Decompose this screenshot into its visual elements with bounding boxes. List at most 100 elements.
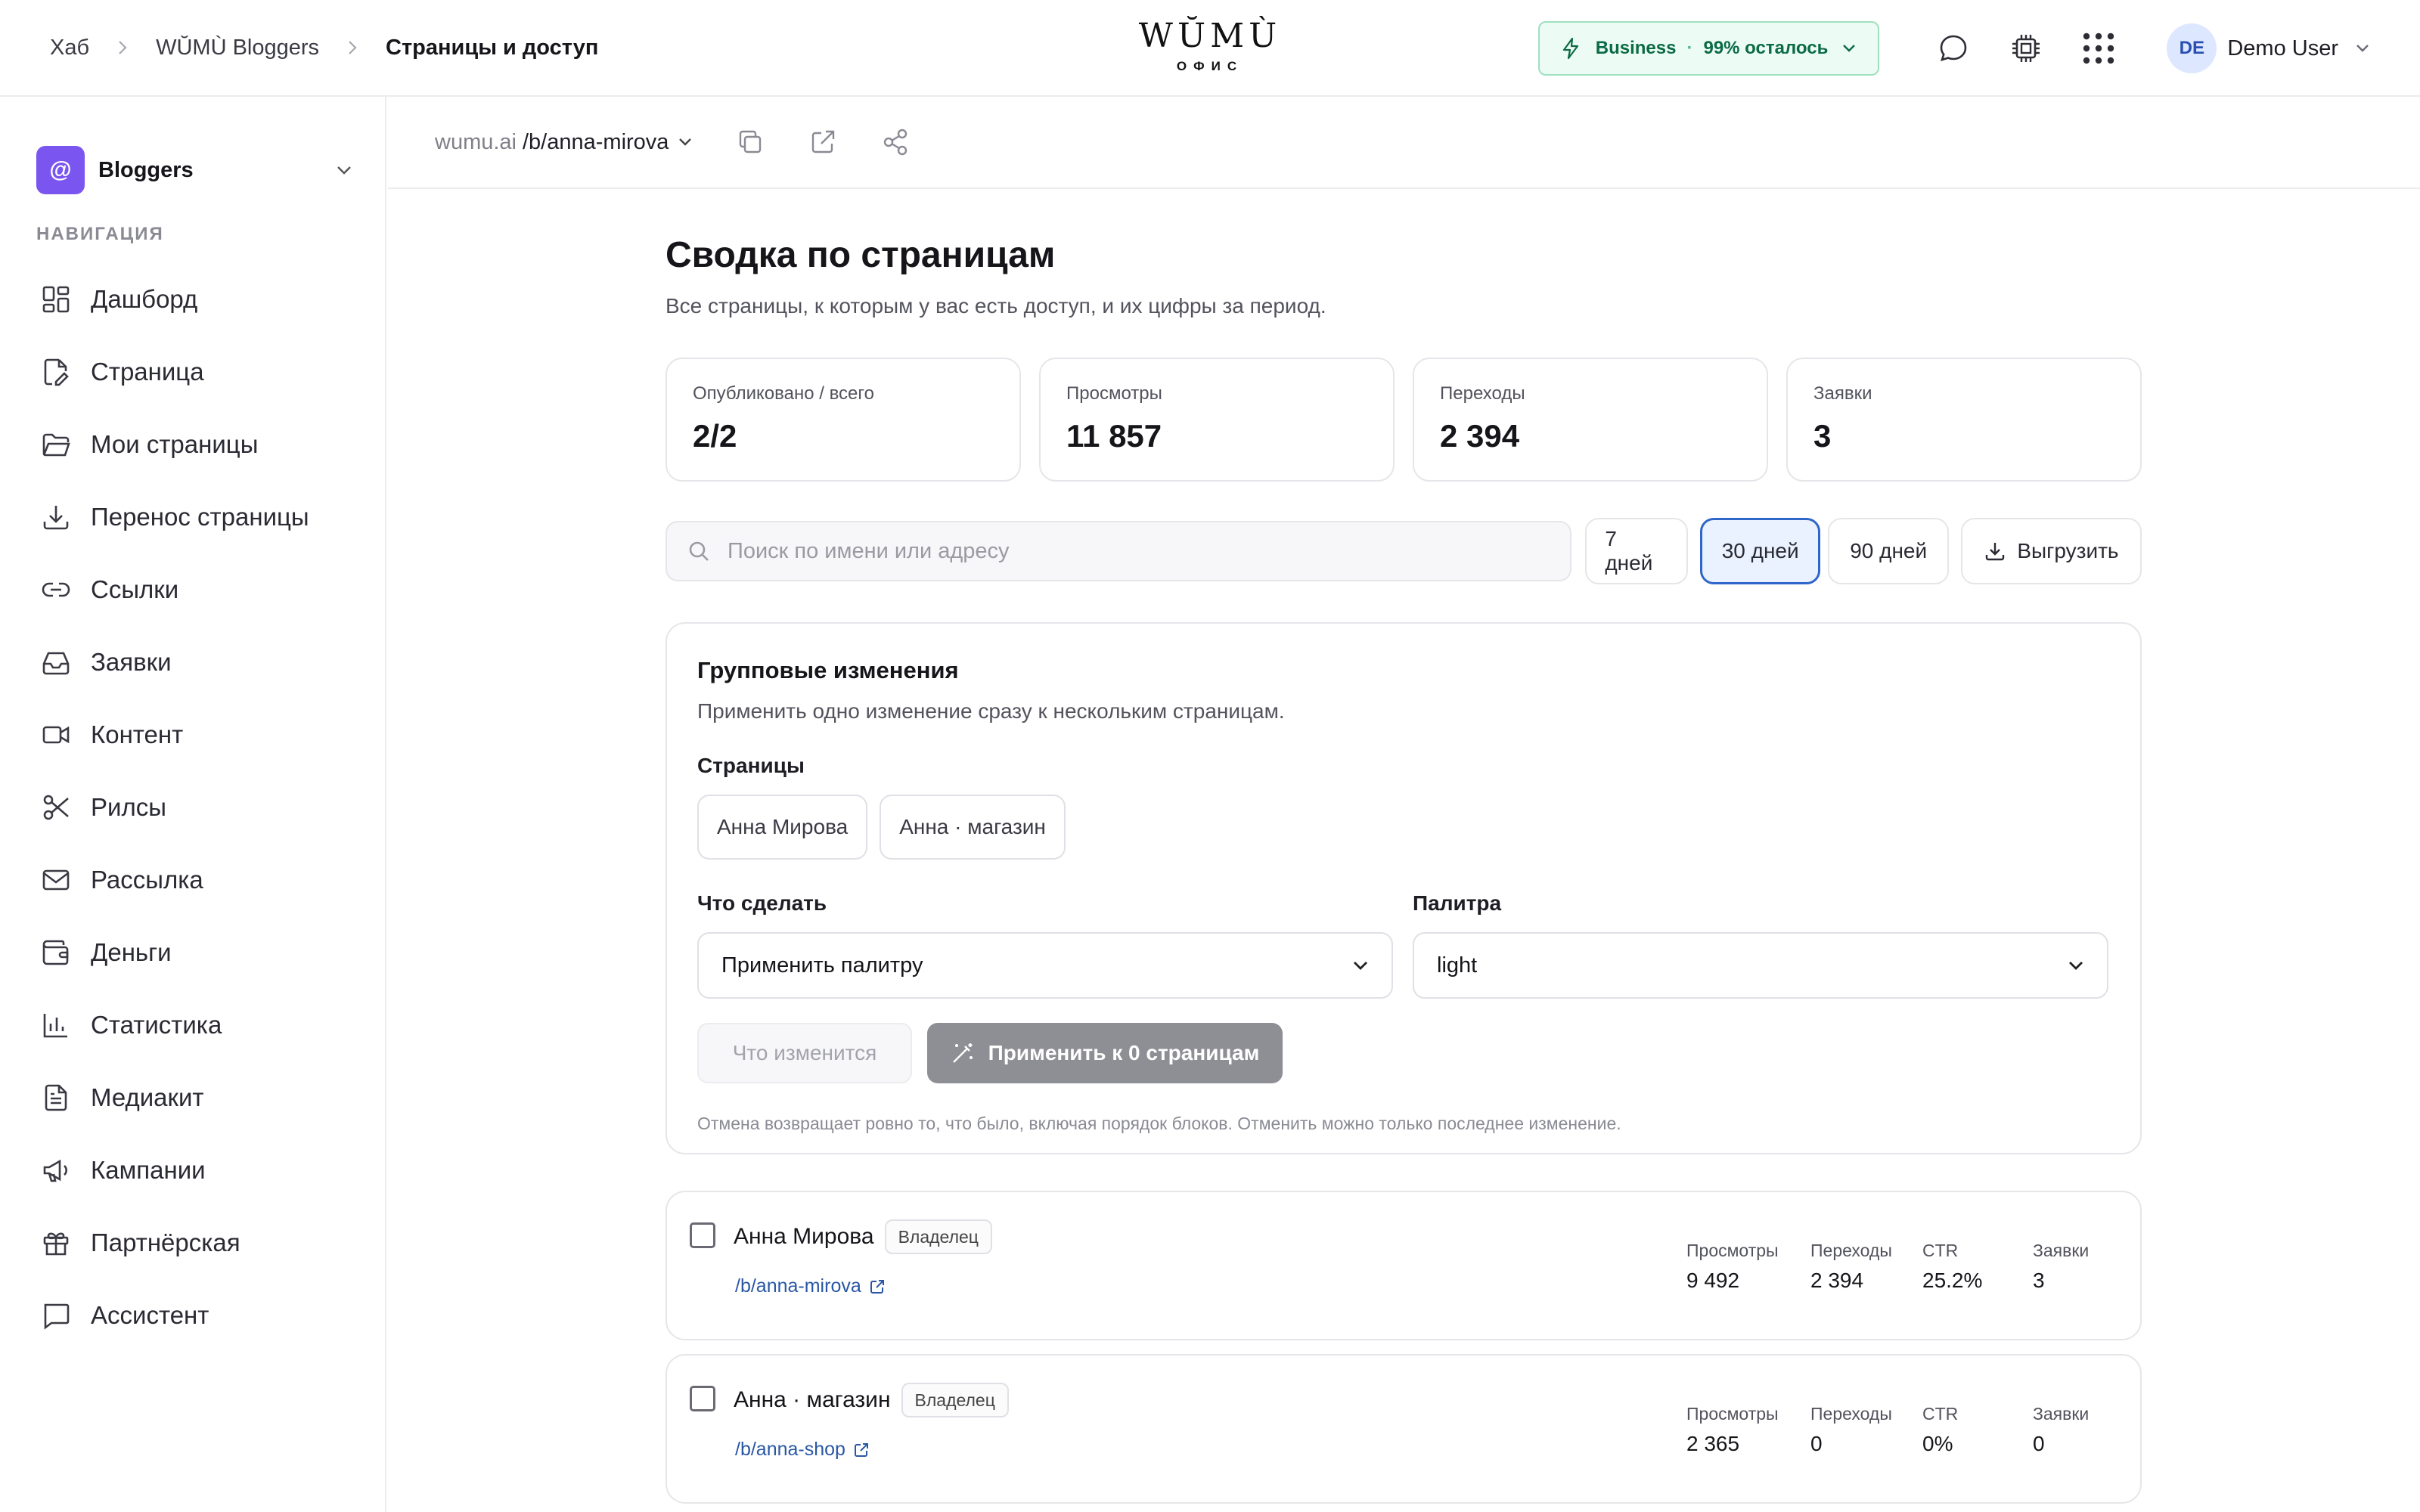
row-checkbox[interactable] (690, 1222, 715, 1248)
gift-icon (41, 1228, 71, 1258)
stat-card-requests: Заявки 3 (1786, 358, 2142, 482)
chevron-down-icon (1841, 43, 1857, 54)
palette-select[interactable]: light (1413, 932, 2108, 999)
metric-label: CTR (1922, 1404, 1959, 1424)
bar-chart-icon (41, 1010, 71, 1040)
metric-label: Переходы (1810, 1241, 1892, 1260)
sidebar-item-label: Ссылки (91, 575, 179, 603)
sidebar-item-page[interactable]: Страница (27, 336, 360, 408)
chat-bubble-icon[interactable] (1925, 20, 1982, 77)
sidebar-item-dashboard[interactable]: Дашборд (27, 263, 360, 336)
metric-ctr: CTR 25.2% (1922, 1241, 1982, 1293)
breadcrumb: Хаб WŬMÙ Bloggers Страницы и доступ (50, 36, 598, 60)
video-icon (41, 720, 71, 750)
page-chip[interactable]: Анна Мирова (697, 795, 868, 860)
stat-value: 11 857 (1066, 418, 1162, 454)
role-badge: Владелец (901, 1383, 1009, 1418)
lightning-icon (1561, 37, 1581, 60)
row-page-link[interactable]: /b/anna-shop (735, 1439, 870, 1461)
external-link-icon (869, 1278, 886, 1295)
external-link-icon[interactable] (808, 127, 838, 157)
apply-button[interactable]: Применить к 0 страницам (927, 1023, 1283, 1083)
metric-value: 9 492 (1686, 1269, 1740, 1292)
sidebar-item-mailing[interactable]: Рассылка (27, 844, 360, 916)
metric-views: Просмотры 2 365 (1686, 1404, 1779, 1456)
chevron-down-icon[interactable] (678, 137, 693, 147)
sidebar-item-links[interactable]: Ссылки (27, 553, 360, 626)
filter-row: Поиск по имени или адресу 7 дней 30 дней… (666, 518, 2142, 584)
stats-row: Опубликовано / всего 2/2 Просмотры 11 85… (666, 358, 2142, 482)
workspace-switcher[interactable]: @ Bloggers (36, 145, 352, 195)
sidebar-item-label: Партнёрская (91, 1228, 240, 1256)
magic-wand-icon (951, 1041, 975, 1065)
metric-requests: Заявки 3 (2033, 1241, 2089, 1293)
metric-ctr: CTR 0% (1922, 1404, 1958, 1456)
chevron-down-icon (2068, 960, 2084, 971)
sidebar-item-label: Страница (91, 358, 204, 386)
stat-value: 2/2 (693, 418, 737, 454)
period-7-days-button[interactable]: 7 дней (1585, 518, 1688, 584)
main-content: Сводка по страницам Все страницы, к кото… (666, 234, 2142, 1512)
sidebar-item-content[interactable]: Контент (27, 699, 360, 771)
metric-label: Переходы (1810, 1404, 1892, 1424)
table-row[interactable]: Анна · магазин Владелец /b/anna-shop Про… (666, 1354, 2142, 1504)
period-30-days-button[interactable]: 30 дней (1699, 518, 1821, 584)
logo[interactable]: WŬMÙ ОФИС (1139, 20, 1281, 74)
sidebar-item-page-transfer[interactable]: Перенос страницы (27, 481, 360, 553)
top-bar: Хаб WŬMÙ Bloggers Страницы и доступ WŬMÙ… (0, 0, 2420, 97)
search-input[interactable]: Поиск по имени или адресу (666, 521, 1572, 581)
plan-badge[interactable]: Business · 99% осталось (1537, 21, 1880, 76)
metric-label: Заявки (2033, 1404, 2090, 1424)
user-name: Demo User (2227, 36, 2338, 60)
export-label: Выгрузить (2017, 539, 2119, 562)
apps-grid-icon[interactable] (2070, 20, 2127, 77)
download-icon (41, 502, 71, 532)
sidebar-item-my-pages[interactable]: Мои страницы (27, 408, 360, 481)
breadcrumb-hub[interactable]: Хаб (50, 36, 89, 60)
nav-section-title: НАВИГАЦИЯ (36, 224, 164, 244)
url-path-selector[interactable]: /b/anna-mirova (523, 130, 669, 155)
chevron-down-icon (2355, 43, 2370, 54)
share-icon[interactable] (880, 127, 911, 157)
breadcrumb-workspace[interactable]: WŬMÙ Bloggers (156, 36, 319, 60)
metric-value: 3 (2033, 1269, 2045, 1292)
sidebar-item-label: Статистика (91, 1011, 222, 1039)
action-select[interactable]: Применить палитру (697, 932, 1393, 999)
logo-word: WŬMÙ (1138, 17, 1282, 55)
copy-icon[interactable] (735, 127, 765, 157)
sidebar-item-money[interactable]: Деньги (27, 916, 360, 989)
chevron-right-icon (116, 39, 129, 56)
export-button[interactable]: Выгрузить (1960, 518, 2142, 584)
breadcrumb-current: Страницы и доступ (386, 35, 599, 60)
chat-icon (41, 1300, 71, 1331)
sidebar-item-requests[interactable]: Заявки (27, 626, 360, 699)
sidebar-item-reels[interactable]: Рилсы (27, 771, 360, 844)
apply-label: Применить к 0 страницам (988, 1041, 1260, 1064)
chevron-down-icon (336, 165, 352, 175)
sidebar-item-label: Мои страницы (91, 430, 259, 458)
url-host: wumu.ai (435, 129, 517, 154)
bulk-description: Применить одно изменение сразу к несколь… (697, 699, 1285, 723)
user-menu[interactable]: DE Demo User (2167, 23, 2370, 73)
preview-changes-button[interactable]: Что изменится (697, 1023, 912, 1083)
row-checkbox[interactable] (690, 1386, 715, 1411)
sidebar-item-campaigns[interactable]: Кампании (27, 1134, 360, 1207)
period-90-days-button[interactable]: 90 дней (1828, 518, 1949, 584)
stat-card-clicks: Переходы 2 394 (1413, 358, 1768, 482)
action-label: Что сделать (697, 891, 827, 915)
page-chip[interactable]: Анна · магазин (880, 795, 1066, 860)
metric-label: Просмотры (1686, 1404, 1779, 1424)
sidebar-item-partners[interactable]: Партнёрская (27, 1207, 360, 1279)
table-row[interactable]: Анна Мирова Владелец /b/anna-mirova Прос… (666, 1191, 2142, 1340)
metric-value: 25.2% (1922, 1269, 1983, 1292)
bulk-actions: Что изменится Применить к 0 страницам (697, 1023, 2110, 1083)
metric-label: Заявки (2033, 1241, 2090, 1260)
pages-list: Анна Мирова Владелец /b/anna-mirova Прос… (666, 1191, 2142, 1504)
sidebar-item-mediakit[interactable]: Медиакит (27, 1061, 360, 1134)
metric-value: 2 365 (1686, 1432, 1740, 1455)
sidebar-item-statistics[interactable]: Статистика (27, 989, 360, 1061)
row-page-link[interactable]: /b/anna-mirova (735, 1275, 886, 1297)
metric-requests: Заявки 0 (2033, 1404, 2089, 1456)
sidebar-item-assistant[interactable]: Ассистент (27, 1279, 360, 1352)
cpu-icon[interactable] (1997, 20, 2055, 77)
